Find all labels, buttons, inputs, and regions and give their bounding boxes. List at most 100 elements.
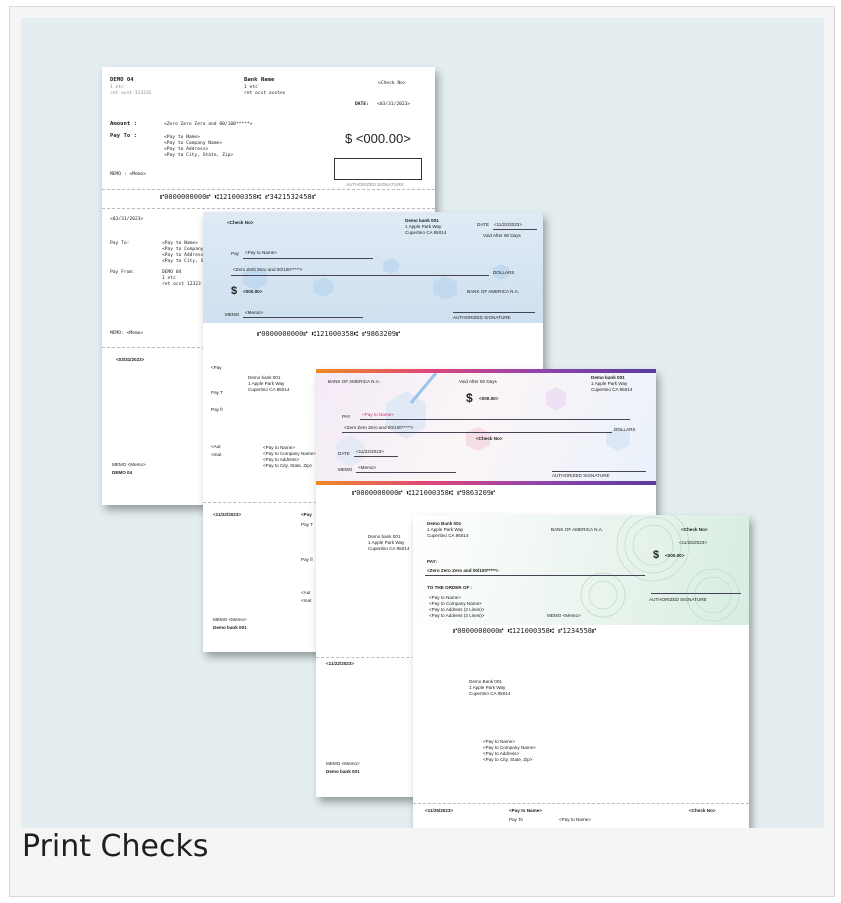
check-date-label: DATE: [477, 222, 489, 227]
check-bank-name: Demo bank 001: [405, 218, 439, 223]
check-company-addr: ret ocst 123232: [110, 91, 152, 96]
stub2-company: DEMO 04: [112, 470, 133, 475]
check-memo-label: MEMO: [338, 467, 353, 472]
check-memo: MEMO : <Memo>: [110, 172, 146, 177]
signature-line: [651, 593, 741, 594]
stub-bank-line: 1 Apple Park Way: [469, 685, 506, 690]
check-memo: <Memo>: [358, 465, 377, 470]
check-number: <Check No>: [476, 436, 503, 441]
amount-line-rule: [342, 432, 612, 433]
memo-line-rule: [356, 472, 456, 473]
stub-payee-line: <Pay to Name>: [162, 241, 198, 246]
micr-line: ⑈0000000000⑈ ⑆121000358⑆ ⑈9863209⑈: [352, 489, 496, 497]
stub2-company: Demo bank 001: [213, 625, 247, 630]
check-date-label: DATE:: [355, 102, 369, 107]
stub-col-text: Pay T: [211, 390, 223, 395]
perforation: [413, 803, 749, 804]
stub-col-text: <Aut: [211, 444, 221, 449]
check-memo-label: MEMO: [225, 312, 240, 317]
stub2-payto-name: <Pay to Name>: [559, 817, 591, 822]
check-void-note: Void After 60 Days: [459, 379, 497, 384]
payee-line: <Pay to Address (2 Lines)>: [429, 607, 485, 612]
stub2-date: <03/31/2023>: [116, 357, 145, 362]
signature-label: AUTHORIZED SIGNATURE: [552, 473, 610, 478]
check-bank-label: BANK OF AMERICA N.A.: [467, 289, 520, 294]
stub2-col-text: Pay T: [301, 522, 313, 527]
signature-line: [453, 312, 535, 313]
stub2-check-number: <Check No>: [689, 808, 716, 813]
amount-line-rule: [425, 575, 645, 576]
stub-bank-line: 1 Apple Park Way: [368, 540, 405, 545]
check-memo: <Memo>: [245, 310, 264, 315]
payee-line: <Pay to Name>: [429, 595, 461, 600]
stub2-date: <11/25/2023>: [425, 808, 454, 813]
stub-bank-line: Cupertino CA 95014: [469, 691, 511, 696]
check-payee: <Pay to Name>: [362, 412, 394, 417]
stub-col-text: <Pay: [211, 365, 222, 370]
stub-memo: MEMO: <Memo>: [110, 331, 144, 336]
check-number: <Check No>: [681, 527, 708, 532]
stub-payee-line: <Pay to Company Name>: [483, 745, 536, 750]
payee-line-rule: [360, 419, 630, 420]
signature-box: [334, 158, 422, 180]
check-company-addr: 1 etc: [110, 85, 124, 90]
stub2-memo: MEMO <Memo>: [112, 462, 146, 467]
print-checks-card[interactable]: DEMO 04 1 etc ret ocst 123232 Bank Name …: [9, 6, 835, 897]
check-amount-words: <Zero Zero Zero and 00/100*****>: [427, 568, 499, 573]
payee-line-rule: [243, 258, 373, 259]
stub-payfrom-line: 1 etc: [162, 276, 176, 281]
check-pay-label: PAY: [342, 414, 351, 419]
check-amount-words: <Zero Zero Zero and 00/100*****>: [164, 122, 253, 127]
signature-line: [552, 471, 646, 472]
check-void-note: Void After 90 Days: [483, 233, 521, 238]
stub-payee-line: <Pay to Company>: [162, 247, 207, 252]
check-bank-addr: 1 etc: [244, 85, 258, 90]
signature-label: AUTHORIZED SIGNATURE: [453, 315, 511, 320]
check-date: <11/22/2023>: [494, 222, 523, 227]
check-bank-addr: Cupertino CA 95014: [591, 387, 633, 392]
check-bank-label: BANK OF AMERICA N.A.: [328, 379, 381, 384]
check-bank-addr: Cupertino CA 95014: [405, 230, 447, 235]
card-title[interactable]: Print Checks: [22, 829, 208, 864]
check-dollars-label: DOLLARS: [493, 270, 515, 275]
stub-payee-line: <Pay to Name>: [263, 445, 295, 450]
stub-bank-line: Demo Bank 001: [469, 679, 502, 684]
check-order-label: TO THE ORDER OF :: [427, 585, 473, 590]
stub2-payto: <Pay to Name>: [509, 808, 542, 813]
check-payee: <Pay to Name>: [245, 250, 277, 255]
check-date: <11/22/2023>: [356, 449, 385, 454]
stub-payto-label: Pay To:: [110, 241, 130, 246]
payee-line: <Pay to City, State, Zip>: [164, 153, 234, 158]
payee-line: <Pay to Company Name>: [164, 141, 223, 146]
stub-col-text: Pay fr: [211, 407, 223, 412]
check-bank-addr: Cupertino CA 95014: [427, 533, 469, 538]
stub2-date: <11/22/2023>: [213, 512, 242, 517]
amount-line-rule: [231, 275, 489, 276]
check-bank-addr: ret ocst ocetes: [244, 91, 286, 96]
perforation: [102, 208, 435, 209]
stub-payfrom-line: DEMO 04: [162, 270, 182, 275]
stub-payee-line: <Pay to Address>: [162, 253, 207, 258]
stub2-col-text: <Aut: [301, 590, 311, 595]
check-bank-addr: 1 Apple Park Way: [405, 224, 442, 229]
stub2-memo: MEMO <Memo>: [326, 761, 360, 766]
stub-payfrom-label: Pay From:: [110, 270, 135, 275]
check-bank-addr: 1 Apple Park Way: [427, 527, 464, 532]
check-amount-label: Amount :: [110, 121, 137, 127]
check-bank-name: Demo Bank 001: [427, 521, 462, 526]
check-date-label: DATE: [338, 451, 350, 456]
micr-line: ⑈0000000000⑈ ⑆121000358⑆ ⑈3421532458⑈: [160, 193, 316, 201]
check-pattern-decoration: [243, 258, 509, 300]
stub2-memo: MEMO <Memo>: [213, 617, 247, 622]
stub-bank-line: 1 Apple Park Way: [248, 381, 285, 386]
payee-line: <Pay to Company Name>: [429, 601, 482, 606]
stub2-col-text: <Pay: [301, 512, 312, 517]
check-pay-label: Pay: [231, 251, 239, 256]
payee-line: <Pay to Address (2 Lines)>: [429, 613, 485, 618]
stub-bank-line: Demo bank 001: [248, 375, 281, 380]
micr-line: ⑈0000000000⑈ ⑆121000358⑆ ⑈9863209⑈: [257, 330, 401, 338]
check-color-band: [316, 481, 656, 485]
dollar-sign-icon: $: [466, 391, 473, 405]
stub-payee-line: <Pay to City, State, Zip>: [263, 463, 313, 468]
check-number: <Check No>: [227, 220, 254, 225]
